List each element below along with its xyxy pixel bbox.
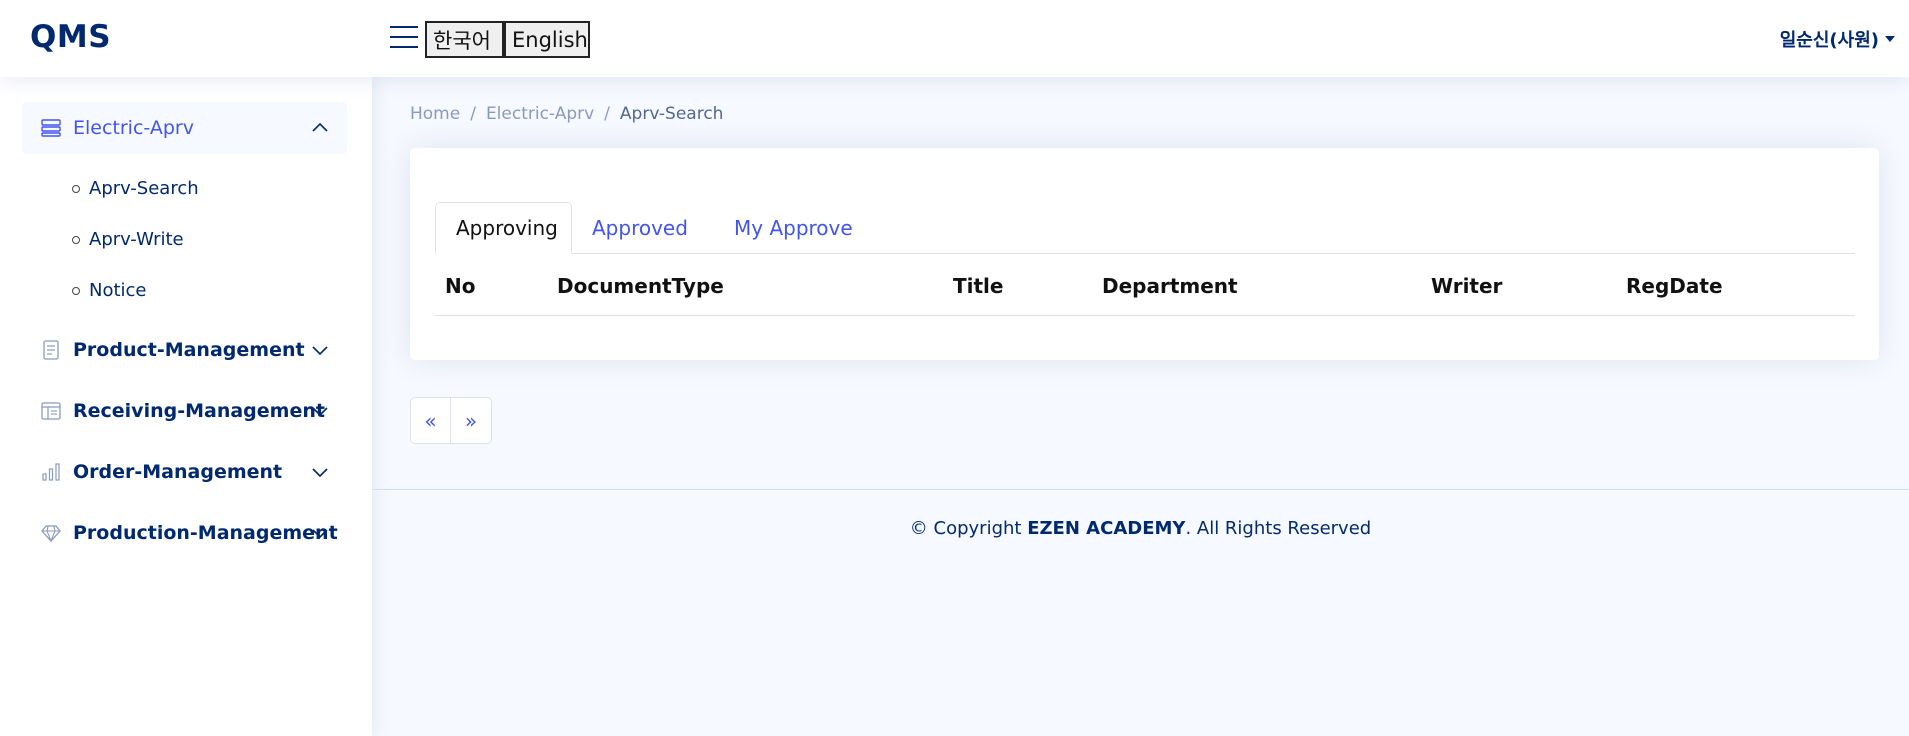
tab-bar: Approving Approved My Approve [435, 202, 1855, 254]
lang-korean-button[interactable]: 한국어 [425, 21, 504, 58]
lang-english-button[interactable]: English [504, 21, 590, 58]
subitem-label: Aprv-Search [89, 178, 199, 199]
header: QMS 한국어 English 일순신(사원) [0, 0, 1909, 77]
footer-suffix: . All Rights Reserved [1185, 518, 1372, 539]
circle-icon [72, 235, 80, 244]
sidebar-item-product-management[interactable]: Product-Management [22, 324, 347, 376]
pagination: « » [410, 397, 492, 444]
footer: © Copyright EZEN ACADEMY. All Rights Res… [372, 518, 1909, 539]
document-list-icon [40, 339, 62, 361]
user-name: 일순신(사원) [1779, 30, 1879, 51]
sidebar: Electric-Aprv Aprv-Search Aprv-Write Not… [0, 77, 372, 736]
bar-chart-icon [40, 461, 62, 483]
sidebar-item-label: Order-Management [73, 461, 283, 483]
breadcrumb-separator: / [470, 104, 476, 124]
chevron-down-icon [312, 468, 328, 478]
gem-icon [40, 522, 62, 544]
sidebar-item-label: Production-Management [73, 522, 338, 544]
caret-down-icon [1885, 36, 1895, 42]
approval-card: Approving Approved My Approve No Documen… [410, 148, 1879, 360]
sidebar-item-order-management[interactable]: Order-Management [22, 446, 347, 498]
logo[interactable]: QMS [30, 19, 111, 55]
sidebar-item-electric-aprv[interactable]: Electric-Aprv [22, 102, 347, 154]
chevron-down-icon [312, 529, 328, 539]
footer-prefix: © Copyright [909, 518, 1028, 539]
column-header-department: Department [1102, 274, 1238, 298]
sidebar-item-receiving-management[interactable]: Receiving-Management [22, 385, 347, 437]
sidebar-subitem-aprv-write[interactable]: Aprv-Write [72, 229, 184, 250]
breadcrumb-electric-aprv[interactable]: Electric-Aprv [486, 104, 594, 124]
sidebar-subitem-aprv-search[interactable]: Aprv-Search [72, 178, 199, 199]
column-header-no: No [445, 274, 476, 298]
sidebar-item-label: Electric-Aprv [73, 117, 194, 139]
table-header: No DocumentType Title Department Writer … [435, 254, 1855, 316]
sidebar-item-label: Product-Management [73, 339, 305, 361]
chevron-up-icon [312, 122, 328, 132]
menu-toggle-icon[interactable] [390, 26, 418, 52]
breadcrumb-home[interactable]: Home [410, 104, 460, 124]
breadcrumb-separator: / [604, 104, 610, 124]
sidebar-item-label: Receiving-Management [73, 400, 325, 422]
column-header-regdate: RegDate [1626, 274, 1723, 298]
footer-divider [372, 489, 1909, 490]
layout-text-window-icon [40, 400, 62, 422]
chevron-down-icon [312, 346, 328, 356]
column-header-documenttype: DocumentType [557, 274, 724, 298]
layout-list-icon [40, 117, 62, 139]
footer-brand: EZEN ACADEMY [1027, 518, 1186, 539]
subitem-label: Aprv-Write [89, 229, 184, 250]
prev-page-button[interactable]: « [410, 397, 451, 444]
column-header-writer: Writer [1431, 274, 1503, 298]
chevron-down-icon [312, 407, 328, 417]
tab-my-approve[interactable]: My Approve [714, 202, 873, 254]
tab-approved[interactable]: Approved [572, 202, 708, 254]
breadcrumb-current: Aprv-Search [619, 104, 724, 124]
tab-approving[interactable]: Approving [435, 202, 572, 254]
circle-icon [72, 286, 80, 295]
sidebar-item-production-management[interactable]: Production-Management [22, 507, 347, 559]
circle-icon [72, 184, 80, 193]
user-menu[interactable]: 일순신(사원) [1780, 26, 1895, 52]
column-header-title: Title [953, 274, 1004, 298]
subitem-label: Notice [89, 280, 147, 301]
breadcrumb: Home / Electric-Aprv / Aprv-Search [410, 104, 723, 124]
sidebar-subitem-notice[interactable]: Notice [72, 280, 147, 301]
next-page-button[interactable]: » [451, 397, 492, 444]
